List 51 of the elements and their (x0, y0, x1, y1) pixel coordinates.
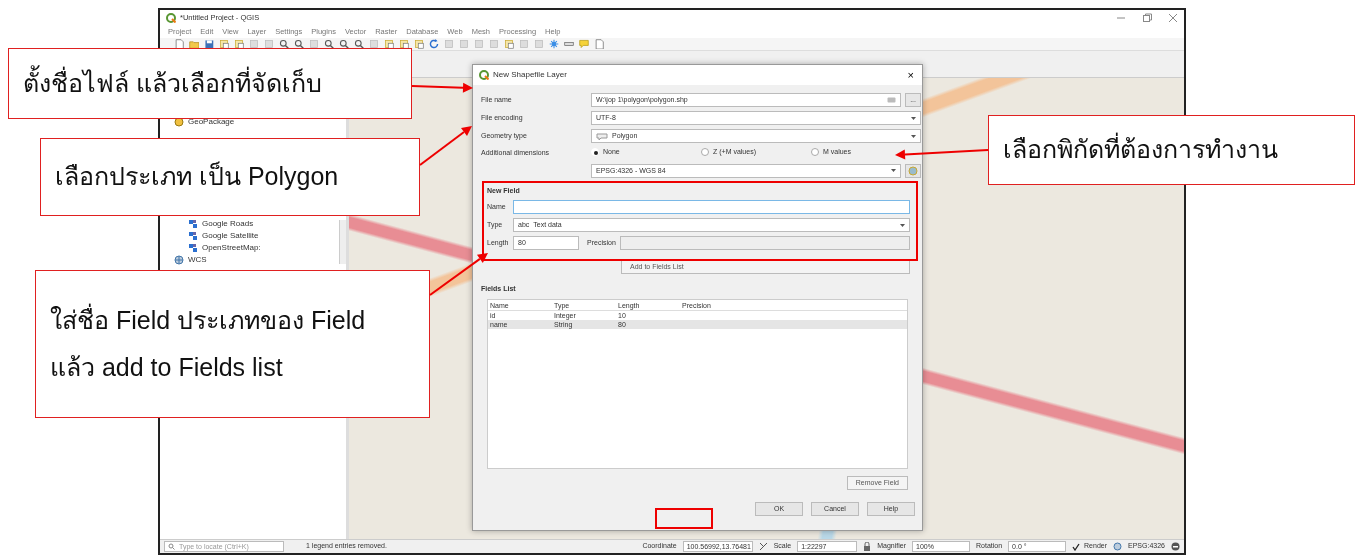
browser-item[interactable]: GeoPackage (188, 115, 235, 128)
messages-icon[interactable] (1171, 542, 1180, 551)
dialog-title: New Shapefile Layer (493, 69, 567, 81)
clear-icon[interactable] (887, 97, 897, 103)
name-input[interactable] (513, 200, 910, 215)
precision-input[interactable] (619, 236, 910, 251)
caret-icon (911, 134, 916, 138)
layer-icon[interactable] (504, 39, 514, 49)
caret-icon (891, 169, 896, 173)
search-icon (168, 543, 175, 550)
callout-text: ตั้งชื่อไฟล์ แล้วเลือกที่จัดเก็บ (23, 59, 397, 108)
magnifier-icon[interactable] (354, 39, 364, 49)
globe-icon (908, 165, 918, 176)
ruler-icon[interactable] (564, 39, 574, 49)
gear-icon[interactable] (549, 39, 559, 49)
tile-grid-icon (188, 218, 198, 229)
close-button[interactable]: × (905, 69, 916, 81)
tile-grid-icon (188, 230, 198, 241)
globe-icon (174, 254, 184, 265)
browser-item[interactable]: Google Satellite (202, 229, 259, 242)
database-icon (174, 116, 184, 127)
caret-icon (911, 116, 916, 120)
callout-text: ใส่ชื่อ Field ประเภทของ Field (50, 302, 367, 336)
speech-bubble-icon[interactable] (579, 39, 589, 49)
scrollbar[interactable] (339, 220, 346, 264)
magnifier-icon[interactable] (294, 39, 304, 49)
check-icon (1072, 542, 1081, 551)
callout-text: เลือกพิกัดที่ต้องการทำงาน (1003, 126, 1340, 174)
magnifier-icon[interactable] (279, 39, 289, 49)
app-logo-icon (166, 12, 176, 23)
restore-icon[interactable] (1142, 12, 1152, 23)
callout-text: เลือกประเภท เป็น Polygon (55, 160, 340, 193)
crs-select-button[interactable] (905, 163, 921, 178)
browser-item[interactable]: OpenStreetMap: (202, 241, 261, 254)
magnifier-icon[interactable] (339, 39, 349, 49)
callout-text: แล้ว add to Fields list (50, 352, 284, 383)
arrow (411, 82, 473, 93)
layer-icon[interactable] (414, 39, 424, 49)
arrow (419, 126, 472, 166)
browser-item[interactable]: Google Roads (202, 217, 254, 230)
refresh-icon[interactable] (429, 39, 439, 49)
close-icon[interactable] (1168, 12, 1178, 23)
app-logo-icon (479, 70, 489, 80)
magnifier-icon[interactable] (324, 39, 334, 49)
lock-icon[interactable] (863, 542, 872, 551)
highlight-frame (655, 508, 713, 529)
globe-icon[interactable] (1113, 542, 1123, 551)
polygon-icon (596, 132, 608, 140)
browser-item[interactable]: WCS (188, 253, 207, 266)
tile-grid-icon (188, 242, 198, 253)
caret-icon (900, 223, 905, 227)
